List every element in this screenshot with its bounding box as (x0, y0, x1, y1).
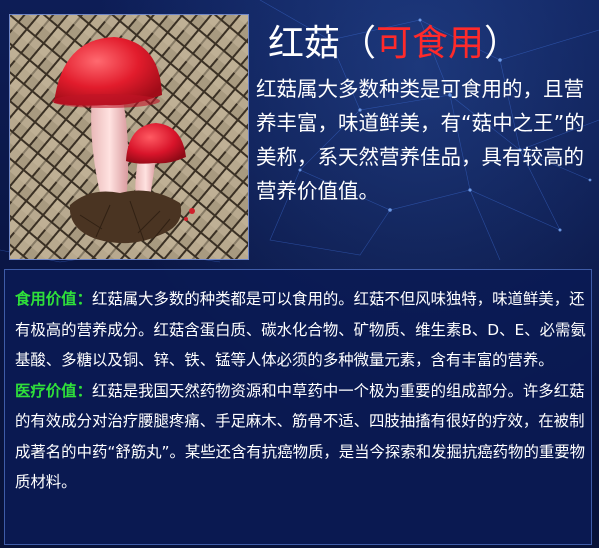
title-highlight: 可食用 (376, 23, 485, 64)
info-text: 食用价值：红菇属大多数的种类都是可以食用的。红菇不但风味独特，味道鲜美，还有极高… (15, 284, 587, 498)
medical-value-label: 医疗价值： (15, 381, 92, 400)
page: 红菇（可食用） 红菇属大多数种类是可食用的，且营养丰富，味道鲜美，有“菇中之王”… (0, 0, 599, 548)
title-main: 红菇（ (268, 23, 377, 64)
intro-text: 红菇属大多数种类是可食用的，且营养丰富，味道鲜美，有“菇中之王”的美称，系天然营… (256, 77, 585, 203)
mushroom-photo (9, 14, 249, 260)
red-mushroom-photo-icon (10, 15, 248, 259)
page-title: 红菇（可食用） (268, 22, 588, 66)
edible-value-label: 食用价值： (15, 290, 92, 308)
title-close: ） (484, 23, 521, 64)
info-panel: 食用价值：红菇属大多数的种类都是可以食用的。红菇不但风味独特，味道鲜美，还有极高… (4, 269, 592, 545)
edible-value-text: 红菇属大多数的种类都是可以食用的。红菇不但风味独特，味道鲜美，还有极高的营养成分… (15, 290, 586, 369)
medical-value-text: 红菇是我国天然药物资源和中草药中一个极为重要的组成部分。许多红菇的有效成分对治疗… (15, 381, 586, 492)
